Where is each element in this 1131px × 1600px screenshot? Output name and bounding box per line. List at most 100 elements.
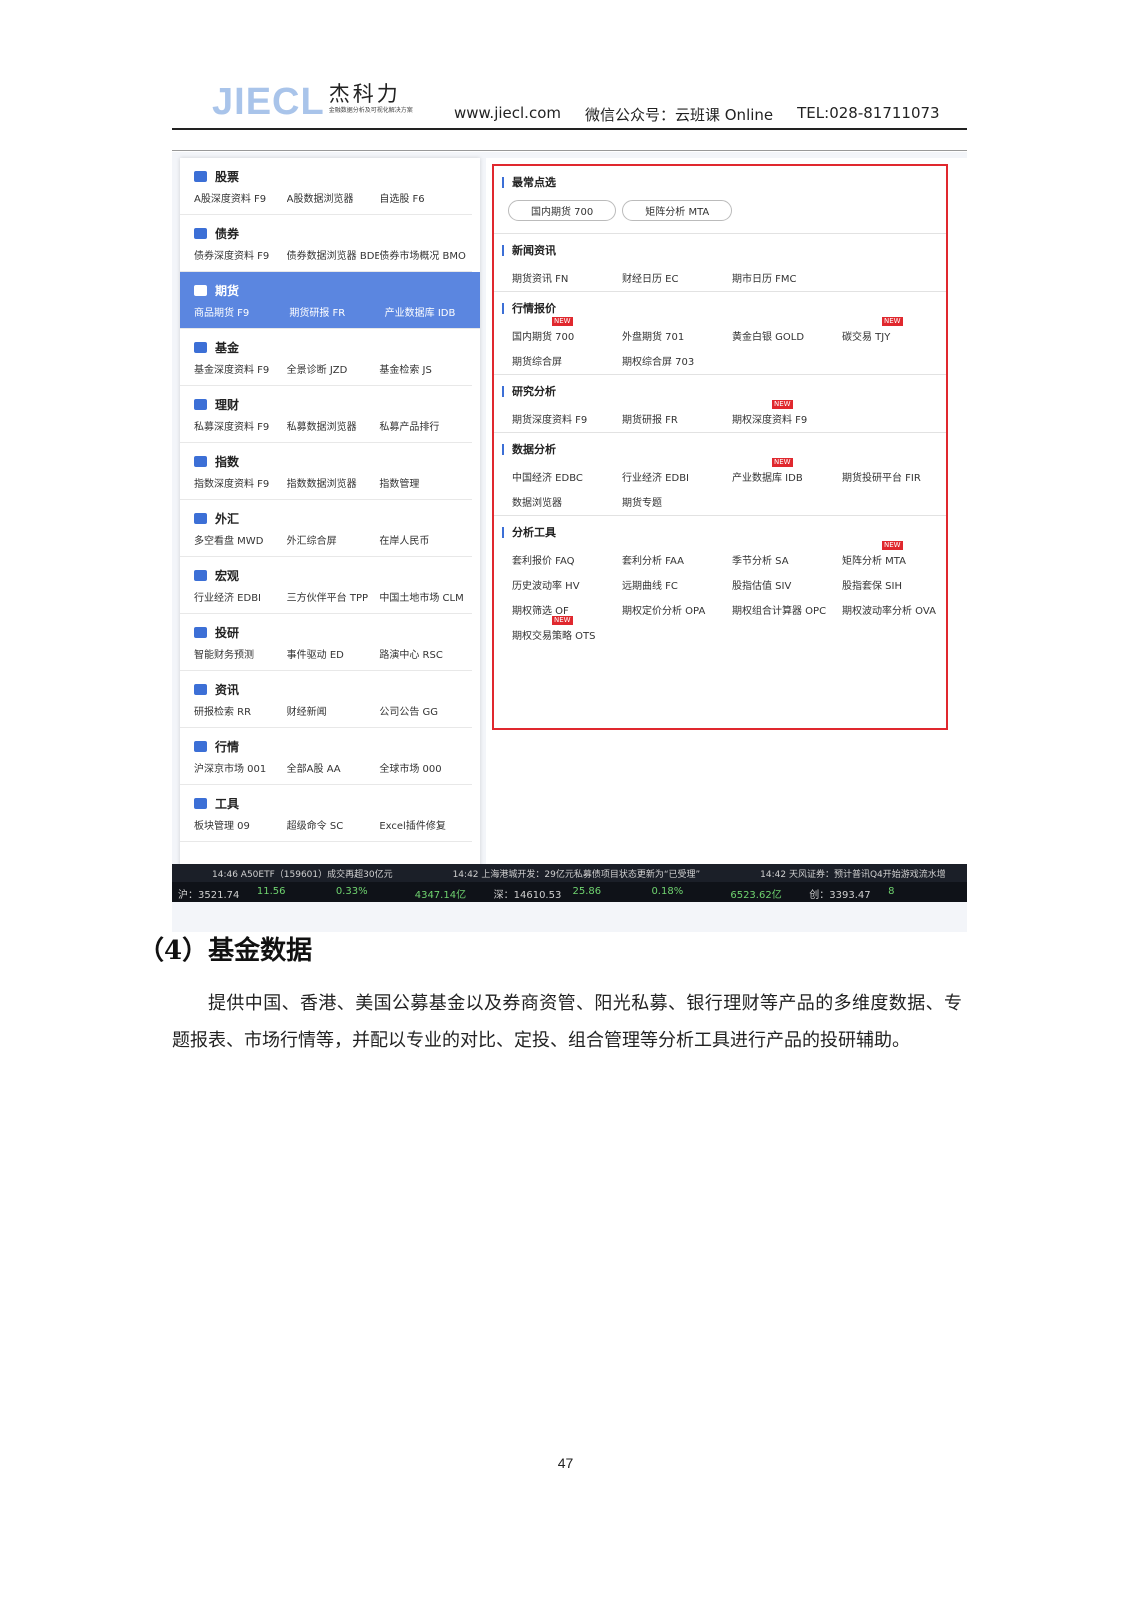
category-link[interactable]: 基金深度资料 F9 bbox=[194, 361, 287, 376]
category-link[interactable]: 私募数据浏览器 bbox=[287, 418, 380, 433]
category-link[interactable]: 路演中心 RSC bbox=[379, 646, 472, 661]
menu-link[interactable]: 期权定价分析 OPA bbox=[622, 602, 732, 617]
sidebar-category[interactable]: 指数 指数深度资料 F9 指数数据浏览器 指数管理 bbox=[180, 443, 472, 500]
category-link[interactable]: 自选股 F6 bbox=[379, 190, 472, 205]
category-link[interactable]: 债券深度资料 F9 bbox=[194, 247, 287, 262]
category-icon bbox=[194, 512, 207, 524]
category-link[interactable]: Excel插件修复 bbox=[379, 817, 472, 832]
menu-link[interactable]: 矩阵分析 MTA NEW bbox=[842, 541, 952, 567]
category-link[interactable]: 超级命令 SC bbox=[287, 817, 380, 832]
sidebar-category[interactable]: 宏观 行业经济 EDBI 三方伙伴平台 TPP 中国土地市场 CLM bbox=[180, 557, 472, 614]
category-link[interactable]: 全球市场 000 bbox=[379, 760, 472, 775]
section-quotes: 行情报价 国内期货 700 NEW 外盘期货 701 黄金白银 GOLD 碳交易 TJY… bbox=[494, 292, 946, 375]
category-link[interactable]: 期货研报 FR bbox=[289, 304, 384, 319]
category-link[interactable]: 多空看盘 MWD bbox=[194, 532, 287, 547]
menu-link[interactable]: 套利报价 FAQ bbox=[512, 552, 622, 567]
menu-link[interactable]: 期权综合屏 703 bbox=[622, 353, 732, 368]
category-link[interactable]: 指数管理 bbox=[379, 475, 472, 490]
category-link[interactable]: 公司公告 GG bbox=[379, 703, 472, 718]
category-link[interactable]: 商品期货 F9 bbox=[194, 304, 289, 319]
quote-value: 0.33% bbox=[335, 886, 368, 897]
pill-domestic-futures[interactable]: 国内期货 700 bbox=[508, 200, 617, 221]
pill-matrix-analysis[interactable]: 矩阵分析 MTA bbox=[622, 200, 733, 221]
category-link[interactable]: 私募产品排行 bbox=[379, 418, 472, 433]
menu-link[interactable]: 期货深度资料 F9 bbox=[512, 411, 622, 426]
sidebar-category[interactable]: 债券 债券深度资料 F9 债券数据浏览器 BDE 债券市场概况 BMO bbox=[180, 215, 472, 272]
sidebar-category[interactable]: 期货商品期货 F9 期货研报 FR 产业数据库 IDB bbox=[180, 272, 480, 329]
sidebar-category[interactable]: 行情 沪深京市场 001 全部A股 AA 全球市场 000 bbox=[180, 728, 472, 785]
menu-link[interactable]: 期市日历 FMC bbox=[732, 270, 842, 285]
menu-link[interactable]: 季节分析 SA bbox=[732, 552, 842, 567]
menu-link[interactable]: 套利分析 FAA bbox=[622, 552, 732, 567]
menu-link[interactable]: 远期曲线 FC bbox=[622, 577, 732, 592]
sidebar-category[interactable]: 基金 基金深度资料 F9 全景诊断 JZD 基金检索 JS bbox=[180, 329, 472, 386]
menu-link[interactable]: 黄金白银 GOLD bbox=[732, 328, 842, 343]
ticker-news: 14:42 上海港城开发：29亿元私募债项目状态更新为“已受理” bbox=[452, 870, 701, 880]
menu-link[interactable]: 期权组合计算器 OPC bbox=[732, 602, 842, 617]
menu-link[interactable]: 外盘期货 701 bbox=[622, 328, 732, 343]
category-link[interactable]: 全部A股 AA bbox=[287, 760, 380, 775]
category-link[interactable]: 智能财务预测 bbox=[194, 646, 287, 661]
category-title: 理财 bbox=[194, 396, 472, 412]
logo-cn: 杰科力 bbox=[328, 82, 401, 106]
sidebar-category[interactable]: 股票 A股深度资料 F9 A股数据浏览器 自选股 F6 bbox=[180, 158, 472, 215]
menu-link[interactable]: 期权深度资料 F9 NEW bbox=[732, 400, 842, 426]
menu-link[interactable]: 历史波动率 HV bbox=[512, 577, 622, 592]
category-link[interactable]: 沪深京市场 001 bbox=[194, 760, 287, 775]
category-link[interactable]: 事件驱动 ED bbox=[287, 646, 380, 661]
menu-link-label: 碳交易 TJY bbox=[842, 332, 891, 343]
category-link[interactable]: 产业数据库 IDB bbox=[385, 304, 480, 319]
sidebar-category[interactable]: 投研 智能财务预测 事件驱动 ED 路演中心 RSC bbox=[180, 614, 472, 671]
menu-link[interactable]: 碳交易 TJY NEW bbox=[842, 317, 952, 343]
category-link[interactable]: 债券市场概况 BMO bbox=[379, 247, 472, 262]
menu-link[interactable]: 期权交易策略 OTS NEW bbox=[512, 616, 622, 642]
menu-link-label: 期货深度资料 F9 bbox=[512, 415, 588, 426]
category-icon bbox=[194, 797, 207, 809]
category-link[interactable]: 三方伙伴平台 TPP bbox=[287, 589, 380, 604]
category-link[interactable]: 指数数据浏览器 bbox=[287, 475, 380, 490]
category-link[interactable]: 在岸人民币 bbox=[379, 532, 472, 547]
sidebar-category[interactable]: 工具 板块管理 09 超级命令 SC Excel插件修复 bbox=[180, 785, 472, 842]
menu-link[interactable]: 股指套保 SIH bbox=[842, 577, 952, 592]
menu-link-label: 期权波动率分析 OVA bbox=[842, 606, 936, 617]
category-link[interactable]: 板块管理 09 bbox=[194, 817, 287, 832]
menu-link[interactable]: 期货资讯 FN bbox=[512, 270, 622, 285]
section-title: 新闻资讯 bbox=[502, 242, 946, 258]
category-link[interactable]: 指数深度资料 F9 bbox=[194, 475, 287, 490]
menu-link[interactable]: 期权波动率分析 OVA bbox=[842, 602, 952, 617]
menu-link[interactable]: 数据浏览器 bbox=[512, 494, 622, 509]
category-link[interactable]: 财经新闻 bbox=[287, 703, 380, 718]
category-label: 期货 bbox=[215, 283, 240, 298]
category-link[interactable]: 私募深度资料 F9 bbox=[194, 418, 287, 433]
menu-link[interactable]: 期货投研平台 FIR bbox=[842, 469, 952, 484]
menu-link[interactable]: 中国经济 EDBC bbox=[512, 469, 622, 484]
sidebar-category[interactable]: 外汇 多空看盘 MWD 外汇综合屏 在岸人民币 bbox=[180, 500, 472, 557]
category-link[interactable]: 基金检索 JS bbox=[379, 361, 472, 376]
menu-link[interactable]: 产业数据库 IDB NEW bbox=[732, 458, 842, 484]
menu-link[interactable]: 行业经济 EDBI bbox=[622, 469, 732, 484]
category-link[interactable]: 行业经济 EDBI bbox=[194, 589, 287, 604]
category-link[interactable]: 中国土地市场 CLM bbox=[379, 589, 472, 604]
menu-link[interactable]: 期货专题 bbox=[622, 494, 732, 509]
menu-link[interactable]: 股指估值 SIV bbox=[732, 577, 842, 592]
category-link[interactable]: A股数据浏览器 bbox=[287, 190, 380, 205]
menu-link[interactable]: 期权筛选 OF bbox=[512, 602, 622, 617]
category-icon bbox=[194, 455, 207, 467]
menu-link-label: 历史波动率 HV bbox=[512, 581, 580, 592]
sidebar-category[interactable]: 理财私募深度资料 F9 私募数据浏览器 私募产品排行 bbox=[180, 386, 472, 443]
menu-link[interactable]: 期货综合屏 bbox=[512, 353, 622, 368]
category-link[interactable]: 研报检索 RR bbox=[194, 703, 287, 718]
menu-link[interactable]: 国内期货 700 NEW bbox=[512, 317, 622, 343]
menu-link-label: 期权深度资料 F9 bbox=[732, 415, 808, 426]
section-title: 分析工具 bbox=[502, 524, 946, 540]
menu-link[interactable]: 期货研报 FR bbox=[622, 411, 732, 426]
category-link[interactable]: 债券数据浏览器 BDE bbox=[287, 247, 380, 262]
ticker-news: 14:42 天风证券：预计普讯Q4开始游戏流水增 bbox=[760, 870, 946, 880]
category-link[interactable]: 外汇综合屏 bbox=[287, 532, 380, 547]
sidebar-category[interactable]: 资讯研报检索 RR 财经新闻 公司公告 GG bbox=[180, 671, 472, 728]
category-link[interactable]: A股深度资料 F9 bbox=[194, 190, 287, 205]
menu-link[interactable]: 财经日历 EC bbox=[622, 270, 732, 285]
category-title: 资讯 bbox=[194, 681, 472, 697]
menu-link-label: 季节分析 SA bbox=[732, 556, 789, 567]
category-link[interactable]: 全景诊断 JZD bbox=[287, 361, 380, 376]
